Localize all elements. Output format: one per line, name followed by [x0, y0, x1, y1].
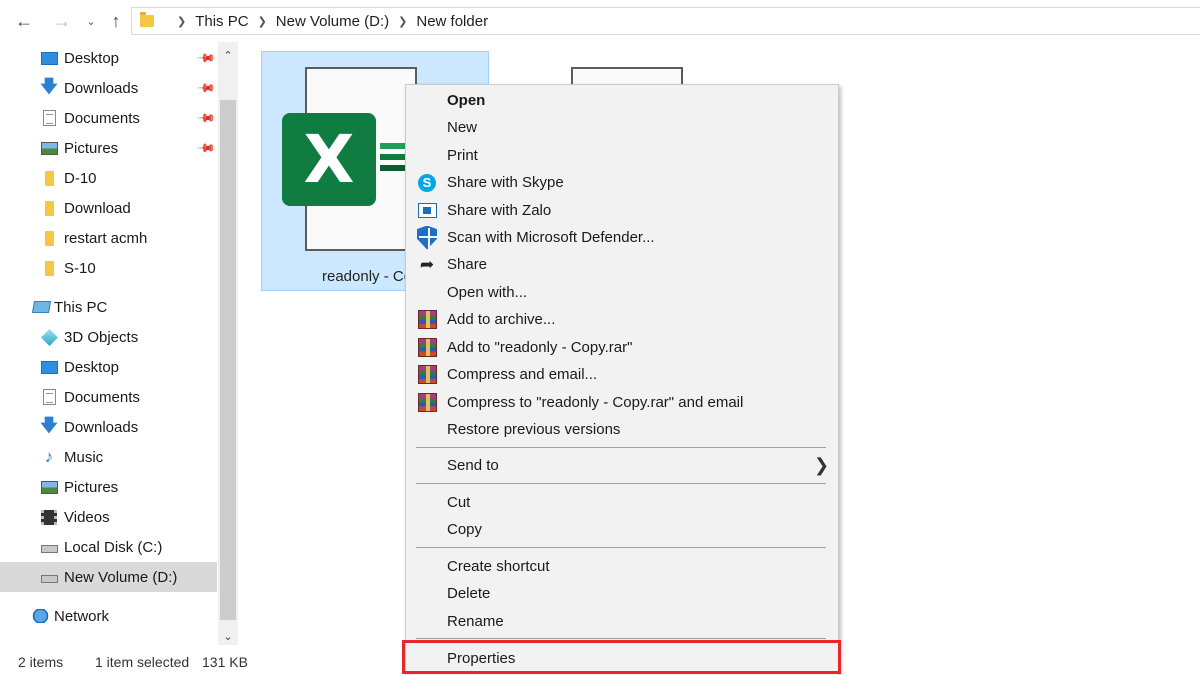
winrar-icon [417, 338, 437, 357]
skype-icon: S [418, 173, 436, 192]
menu-item-add-to-rar[interactable]: Add to "readonly - Copy.rar" [406, 334, 838, 361]
nav-item-network[interactable]: Network [0, 601, 217, 631]
menu-item-cut[interactable]: Cut [406, 489, 838, 516]
3d-objects-icon [40, 328, 58, 346]
menu-item-open[interactable]: Open [406, 87, 838, 114]
nav-item-videos[interactable]: Videos [0, 502, 217, 532]
pin-icon: 📌 [196, 107, 217, 129]
menu-item-restore-versions[interactable]: Restore previous versions [406, 416, 838, 443]
status-bar: 2 items 1 item selected 131 KB [0, 648, 400, 675]
downloads-icon: 🡇 [40, 76, 58, 96]
this-pc-icon [31, 301, 51, 313]
folder-icon [44, 170, 54, 186]
music-icon: ♪ [44, 447, 54, 466]
menu-item-rename[interactable]: Rename [406, 608, 838, 635]
menu-item-compress-email[interactable]: Compress and email... [406, 361, 838, 388]
desktop-icon [40, 51, 58, 65]
local-disk-icon [40, 545, 58, 553]
menu-separator [416, 447, 826, 448]
nav-item-d-10[interactable]: D-10 [0, 163, 217, 193]
recent-locations-chevron-icon[interactable]: ⌄ [84, 10, 98, 32]
network-icon [31, 609, 49, 623]
menu-item-delete[interactable]: Delete [406, 580, 838, 607]
scroll-up-chevron-icon[interactable]: ⌃ [218, 42, 238, 68]
menu-item-print[interactable]: Print [406, 142, 838, 169]
folder-icon [44, 200, 54, 216]
address-bar: ← → ⌄ ↑ ❯ This PC ❯ New Volume (D:) ❯ Ne… [0, 0, 1200, 42]
menu-item-create-shortcut[interactable]: Create shortcut [406, 553, 838, 580]
menu-item-scan-defender[interactable]: Scan with Microsoft Defender... [406, 224, 838, 251]
excel-file-icon: X [282, 113, 376, 206]
winrar-icon [417, 365, 437, 384]
nav-item-pictures[interactable]: Pictures 📌 [0, 133, 217, 163]
nav-item-documents[interactable]: Documents 📌 [0, 103, 217, 133]
folder-icon [44, 230, 54, 246]
menu-item-share-zalo[interactable]: Share with Zalo [406, 197, 838, 224]
documents-icon [42, 110, 56, 126]
menu-separator [416, 638, 826, 639]
nav-item-new-volume-d[interactable]: New Volume (D:) [0, 562, 217, 592]
nav-item-s-10[interactable]: S-10 [0, 253, 217, 283]
menu-separator [416, 483, 826, 484]
chevron-right-icon[interactable]: ❯ [398, 15, 407, 28]
status-selection: 1 item selected [95, 654, 190, 670]
nav-item-3d-objects[interactable]: 3D Objects [0, 322, 217, 352]
status-item-count: 2 items [18, 654, 64, 670]
menu-item-send-to[interactable]: Send to ❯ [406, 452, 838, 479]
pin-icon: 📌 [196, 137, 217, 159]
pin-icon: 📌 [196, 47, 217, 69]
menu-item-add-to-archive[interactable]: Add to archive... [406, 306, 838, 333]
nav-item-restart-acmh[interactable]: restart acmh [0, 223, 217, 253]
menu-item-copy[interactable]: Copy [406, 516, 838, 543]
folder-icon [140, 12, 154, 27]
back-arrow-icon[interactable]: ← [12, 10, 36, 32]
chevron-right-icon: ❯ [814, 455, 830, 475]
videos-icon [41, 509, 57, 525]
nav-item-documents-pc[interactable]: Documents [0, 382, 217, 412]
nav-item-desktop[interactable]: Desktop 📌 [0, 43, 217, 73]
menu-item-compress-rar-email[interactable]: Compress to "readonly - Copy.rar" and em… [406, 389, 838, 416]
up-arrow-icon[interactable]: ↑ [104, 10, 128, 32]
pictures-icon [40, 141, 58, 155]
drive-icon [40, 575, 58, 583]
documents-icon [42, 389, 56, 405]
nav-item-desktop-pc[interactable]: Desktop [0, 352, 217, 382]
folder-icon [44, 260, 54, 276]
nav-item-download[interactable]: Download [0, 193, 217, 223]
menu-separator [416, 547, 826, 548]
nav-scrollbar-thumb[interactable] [220, 100, 236, 620]
breadcrumb-new-folder[interactable]: New folder [416, 13, 488, 30]
downloads-icon: 🡇 [40, 415, 58, 435]
menu-item-share[interactable]: ➦ Share [406, 251, 838, 278]
file-name-label: readonly - Co [322, 268, 413, 285]
chevron-right-icon[interactable]: ❯ [177, 15, 186, 28]
desktop-icon [40, 360, 58, 374]
nav-item-this-pc[interactable]: This PC [0, 292, 217, 322]
nav-item-music[interactable]: ♪ Music [0, 442, 217, 472]
properties-highlight-box [402, 640, 841, 674]
share-icon: ➦ [419, 254, 435, 274]
excel-lines-icon [380, 143, 406, 177]
defender-shield-icon [417, 225, 437, 250]
nav-item-local-disk-c[interactable]: Local Disk (C:) [0, 532, 217, 562]
nav-item-pictures-pc[interactable]: Pictures [0, 472, 217, 502]
menu-item-share-skype[interactable]: S Share with Skype [406, 169, 838, 196]
breadcrumb-new-volume[interactable]: New Volume (D:) [276, 13, 389, 30]
forward-arrow-icon[interactable]: → [50, 10, 74, 32]
pictures-icon [40, 480, 58, 494]
nav-item-downloads[interactable]: 🡇 Downloads 📌 [0, 73, 217, 103]
menu-item-open-with[interactable]: Open with... [406, 279, 838, 306]
chevron-right-icon[interactable]: ❯ [258, 15, 267, 28]
winrar-icon [417, 393, 437, 412]
nav-item-downloads-pc[interactable]: 🡇 Downloads [0, 412, 217, 442]
pin-icon: 📌 [196, 77, 217, 99]
winrar-icon [417, 310, 437, 329]
breadcrumb-this-pc[interactable]: This PC [195, 13, 248, 30]
status-size: 131 KB [202, 654, 248, 670]
breadcrumb[interactable]: ❯ This PC ❯ New Volume (D:) ❯ New folder [131, 7, 1200, 35]
menu-item-new[interactable]: New [406, 114, 838, 141]
zalo-icon [417, 203, 437, 218]
scroll-down-chevron-icon[interactable]: ⌄ [218, 624, 238, 648]
